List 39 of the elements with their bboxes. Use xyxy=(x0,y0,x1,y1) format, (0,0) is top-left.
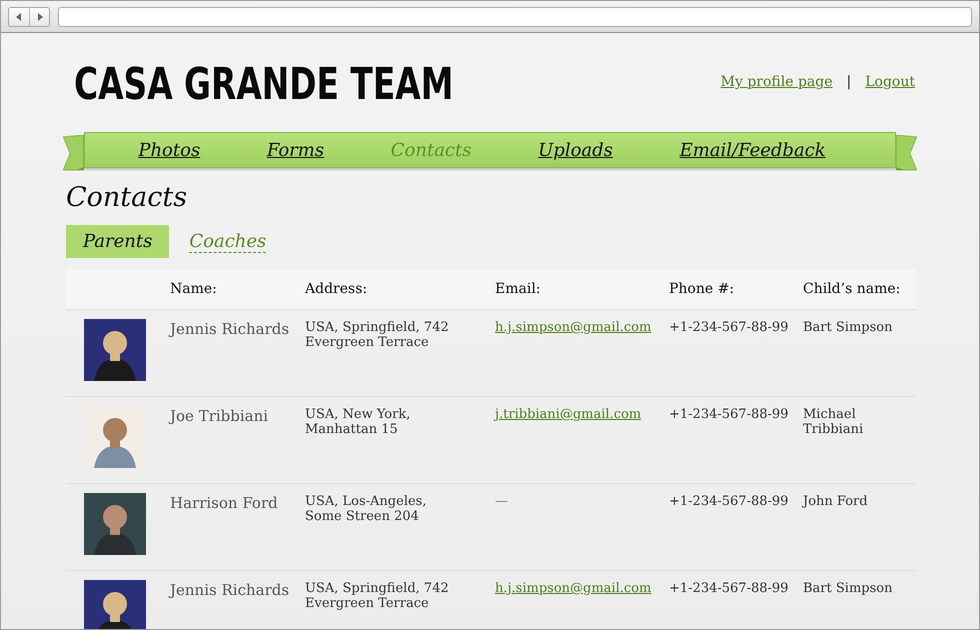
column-header: Child’s name: xyxy=(803,281,900,297)
contact-name: Jennis Richards xyxy=(170,320,290,338)
tab[interactable]: Coaches xyxy=(189,225,266,258)
nav-link[interactable]: Photos xyxy=(138,140,200,160)
email-link[interactable]: j.tribbiani@gmail.com xyxy=(495,407,642,422)
nav-link[interactable]: Contacts xyxy=(390,140,472,160)
forward-icon xyxy=(36,12,42,20)
child-name: Bart Simpson xyxy=(803,320,892,335)
address-text: USA, Los-Angeles, Some Streen 204 xyxy=(305,494,428,524)
child-name: Michael Tribbiani xyxy=(803,407,864,437)
address-text: USA, Springfield, 742 Evergreen Terrace xyxy=(305,581,450,611)
column-header: Email: xyxy=(495,281,541,297)
phone-text: +1-234-567-88-99 xyxy=(669,407,788,422)
header-link[interactable]: My profile page xyxy=(720,74,833,90)
back-icon xyxy=(16,12,22,20)
link-separator: | xyxy=(846,74,852,90)
nav-link[interactable]: Uploads xyxy=(538,140,613,160)
address-text: USA, Springfield, 742 Evergreen Terrace xyxy=(305,320,450,350)
phone-text: +1-234-567-88-99 xyxy=(669,320,788,335)
header-link[interactable]: Logout xyxy=(865,74,915,90)
contact-name: Harrison Ford xyxy=(170,494,278,512)
email-link[interactable]: h.j.simpson@gmail.com xyxy=(495,320,652,335)
email-link[interactable]: h.j.simpson@gmail.com xyxy=(495,581,652,596)
column-header: Phone #: xyxy=(669,281,734,297)
address-text: USA, New York, Manhattan 15 xyxy=(305,407,412,437)
nav-link[interactable]: Email/Feedback xyxy=(680,140,826,160)
phone-text: +1-234-567-88-99 xyxy=(669,494,788,509)
site-logo: CASA GRANDE TEAM xyxy=(74,58,454,110)
contact-name: Joe Tribbiani xyxy=(170,407,268,425)
column-header: Address: xyxy=(305,281,368,297)
child-name: John Ford xyxy=(803,494,868,509)
tab[interactable]: Parents xyxy=(66,225,170,258)
contact-name: Jennis Richards xyxy=(170,581,290,599)
column-header: Name: xyxy=(170,281,217,297)
email-text: — xyxy=(495,494,508,509)
phone-text: +1-234-567-88-99 xyxy=(669,581,788,596)
child-name: Bart Simpson xyxy=(803,581,892,596)
nav-link[interactable]: Forms xyxy=(266,140,324,160)
page-title: Contacts xyxy=(66,182,188,213)
